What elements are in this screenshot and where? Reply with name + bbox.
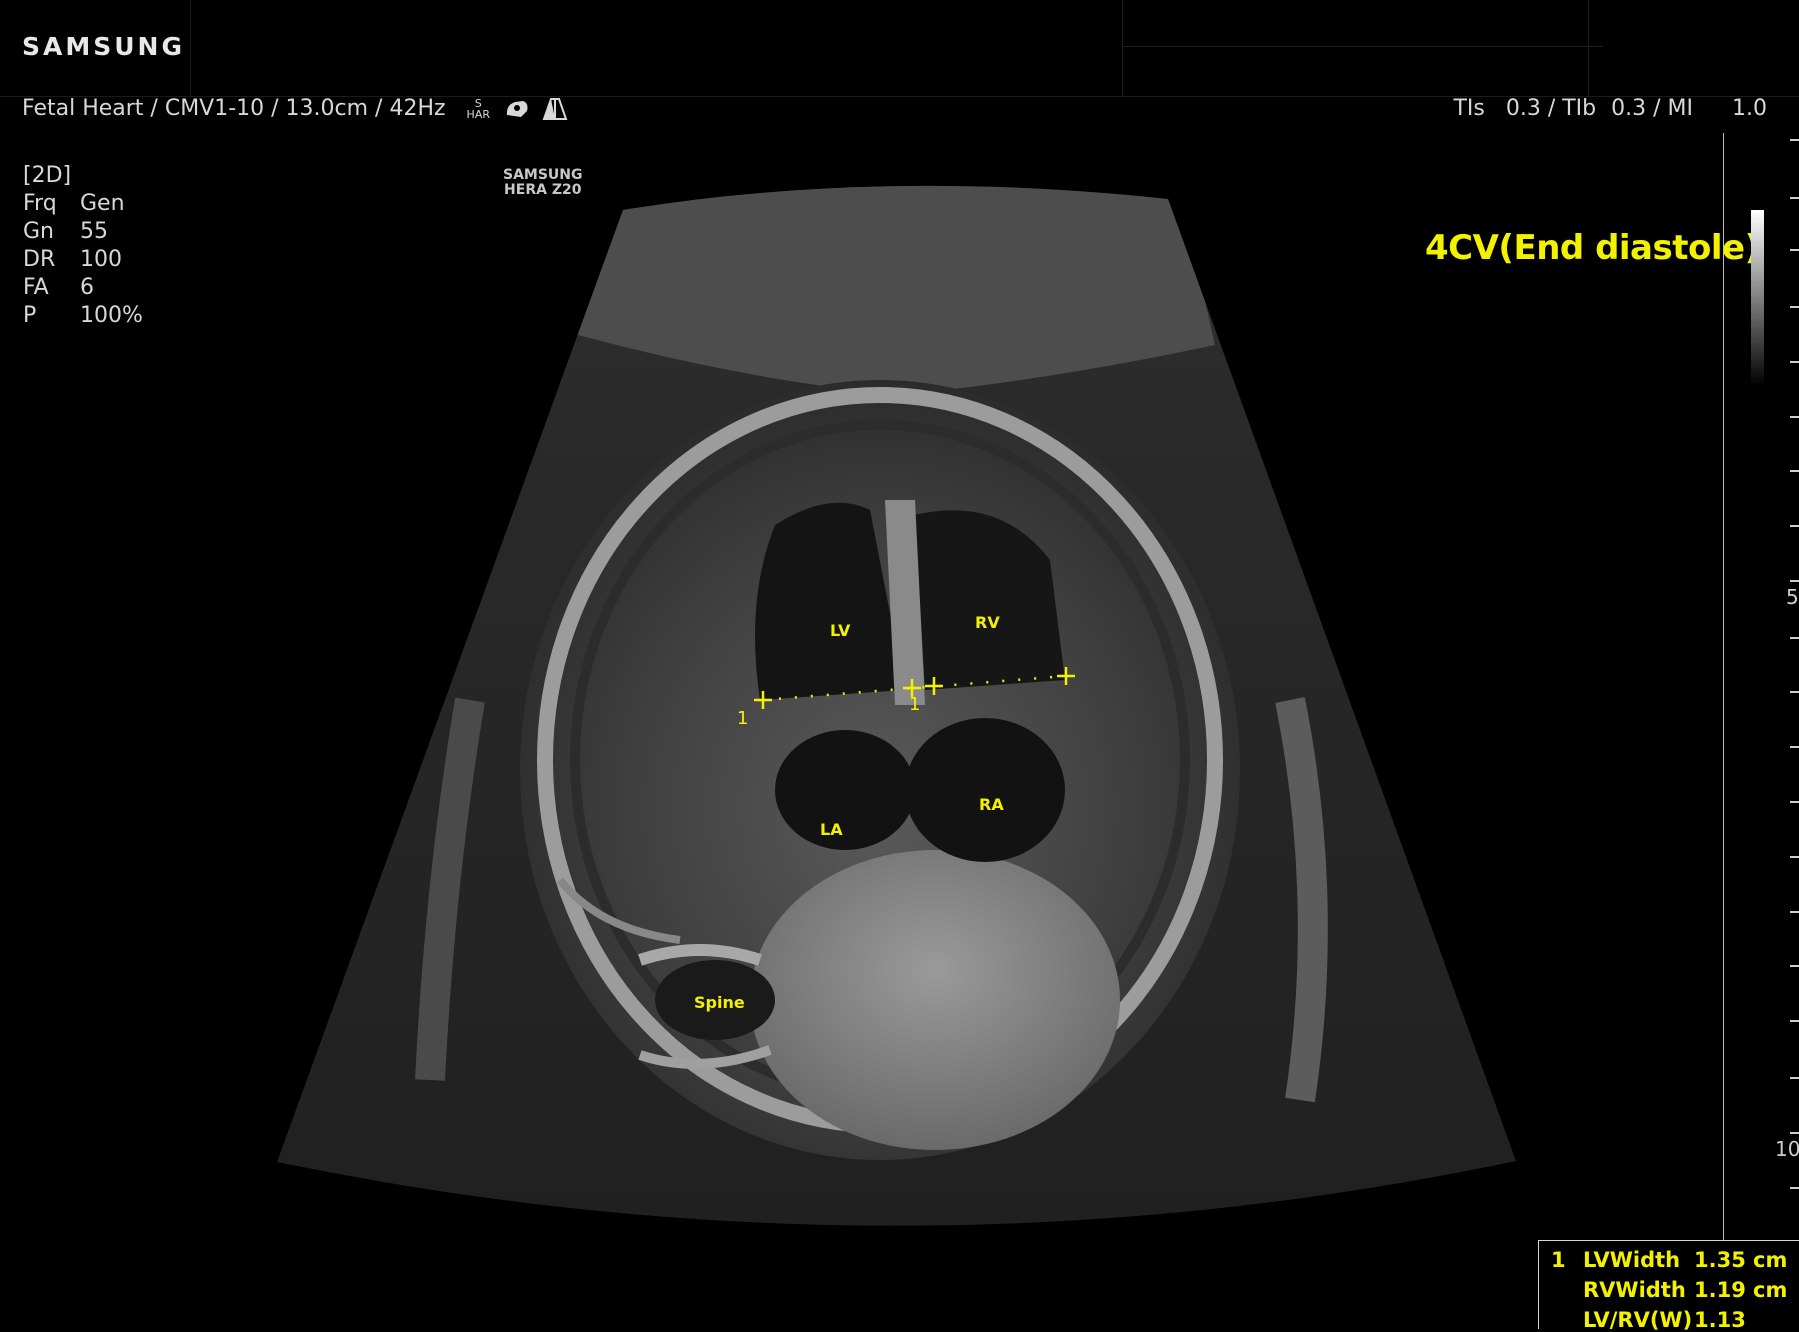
probe-icon: [506, 101, 528, 117]
har-indicator: S HAR: [467, 98, 490, 120]
depth-scale-line: [1723, 133, 1724, 1328]
header-right-panel: [1122, 0, 1799, 96]
mi-value: 1.0: [1732, 96, 1767, 121]
top-bar: SAMSUNG: [0, 0, 1799, 97]
device-watermark: SAMSUNG HERA Z20: [503, 167, 583, 198]
label-la: LA: [820, 820, 843, 839]
measurement-results[interactable]: 1 LVWidth 1.35 cm RVWidth 1.19 cm LV/RV(…: [1538, 1240, 1799, 1332]
caliper-number-b: 1: [909, 694, 920, 715]
param-row: Gn 55: [23, 219, 108, 244]
safety-indices: TIs 0.3 / TIb 0.3 / MI 1.0: [1447, 96, 1767, 121]
label-rv: RV: [975, 613, 1000, 632]
caliper-number-a: 1: [737, 708, 748, 729]
param-row: DR 100: [23, 247, 122, 272]
ultrasound-image[interactable]: LV RV LA RA Spine 1 1: [0, 0, 1799, 1328]
param-row: Frq Gen: [23, 191, 125, 216]
param-row: FA 6: [23, 275, 94, 300]
tis-value: 0.3 / TIb: [1505, 96, 1597, 121]
har-bottom: HAR: [466, 108, 490, 121]
label-ra: RA: [979, 795, 1004, 814]
label-spine: Spine: [694, 993, 745, 1012]
exam-info-text: Fetal Heart / CMV1-10 / 13.0cm / 42Hz: [22, 96, 446, 121]
tib-value: 0.3 / MI: [1611, 96, 1693, 121]
param-row: P 100%: [23, 303, 143, 328]
imaging-parameters: [2D] Frq Gen Gn 55 DR 100 FA 6 P 100%: [23, 162, 143, 330]
grayscale-bar: [1751, 210, 1764, 386]
view-label[interactable]: 4CV(End diastole): [1425, 228, 1760, 268]
tis-label: TIs: [1453, 96, 1485, 121]
depth-mark-10: 10: [1775, 1137, 1799, 1161]
scan-sector: [277, 185, 1516, 1226]
sector-icon: [542, 98, 568, 120]
brand-logo: SAMSUNG: [22, 32, 185, 61]
depth-mark-5: 5: [1786, 585, 1799, 609]
exam-info: Fetal Heart / CMV1-10 / 13.0cm / 42Hz S …: [22, 96, 568, 121]
depth-ticks: [1790, 139, 1799, 1300]
label-lv: LV: [830, 621, 851, 640]
mode-label: [2D]: [23, 163, 72, 188]
